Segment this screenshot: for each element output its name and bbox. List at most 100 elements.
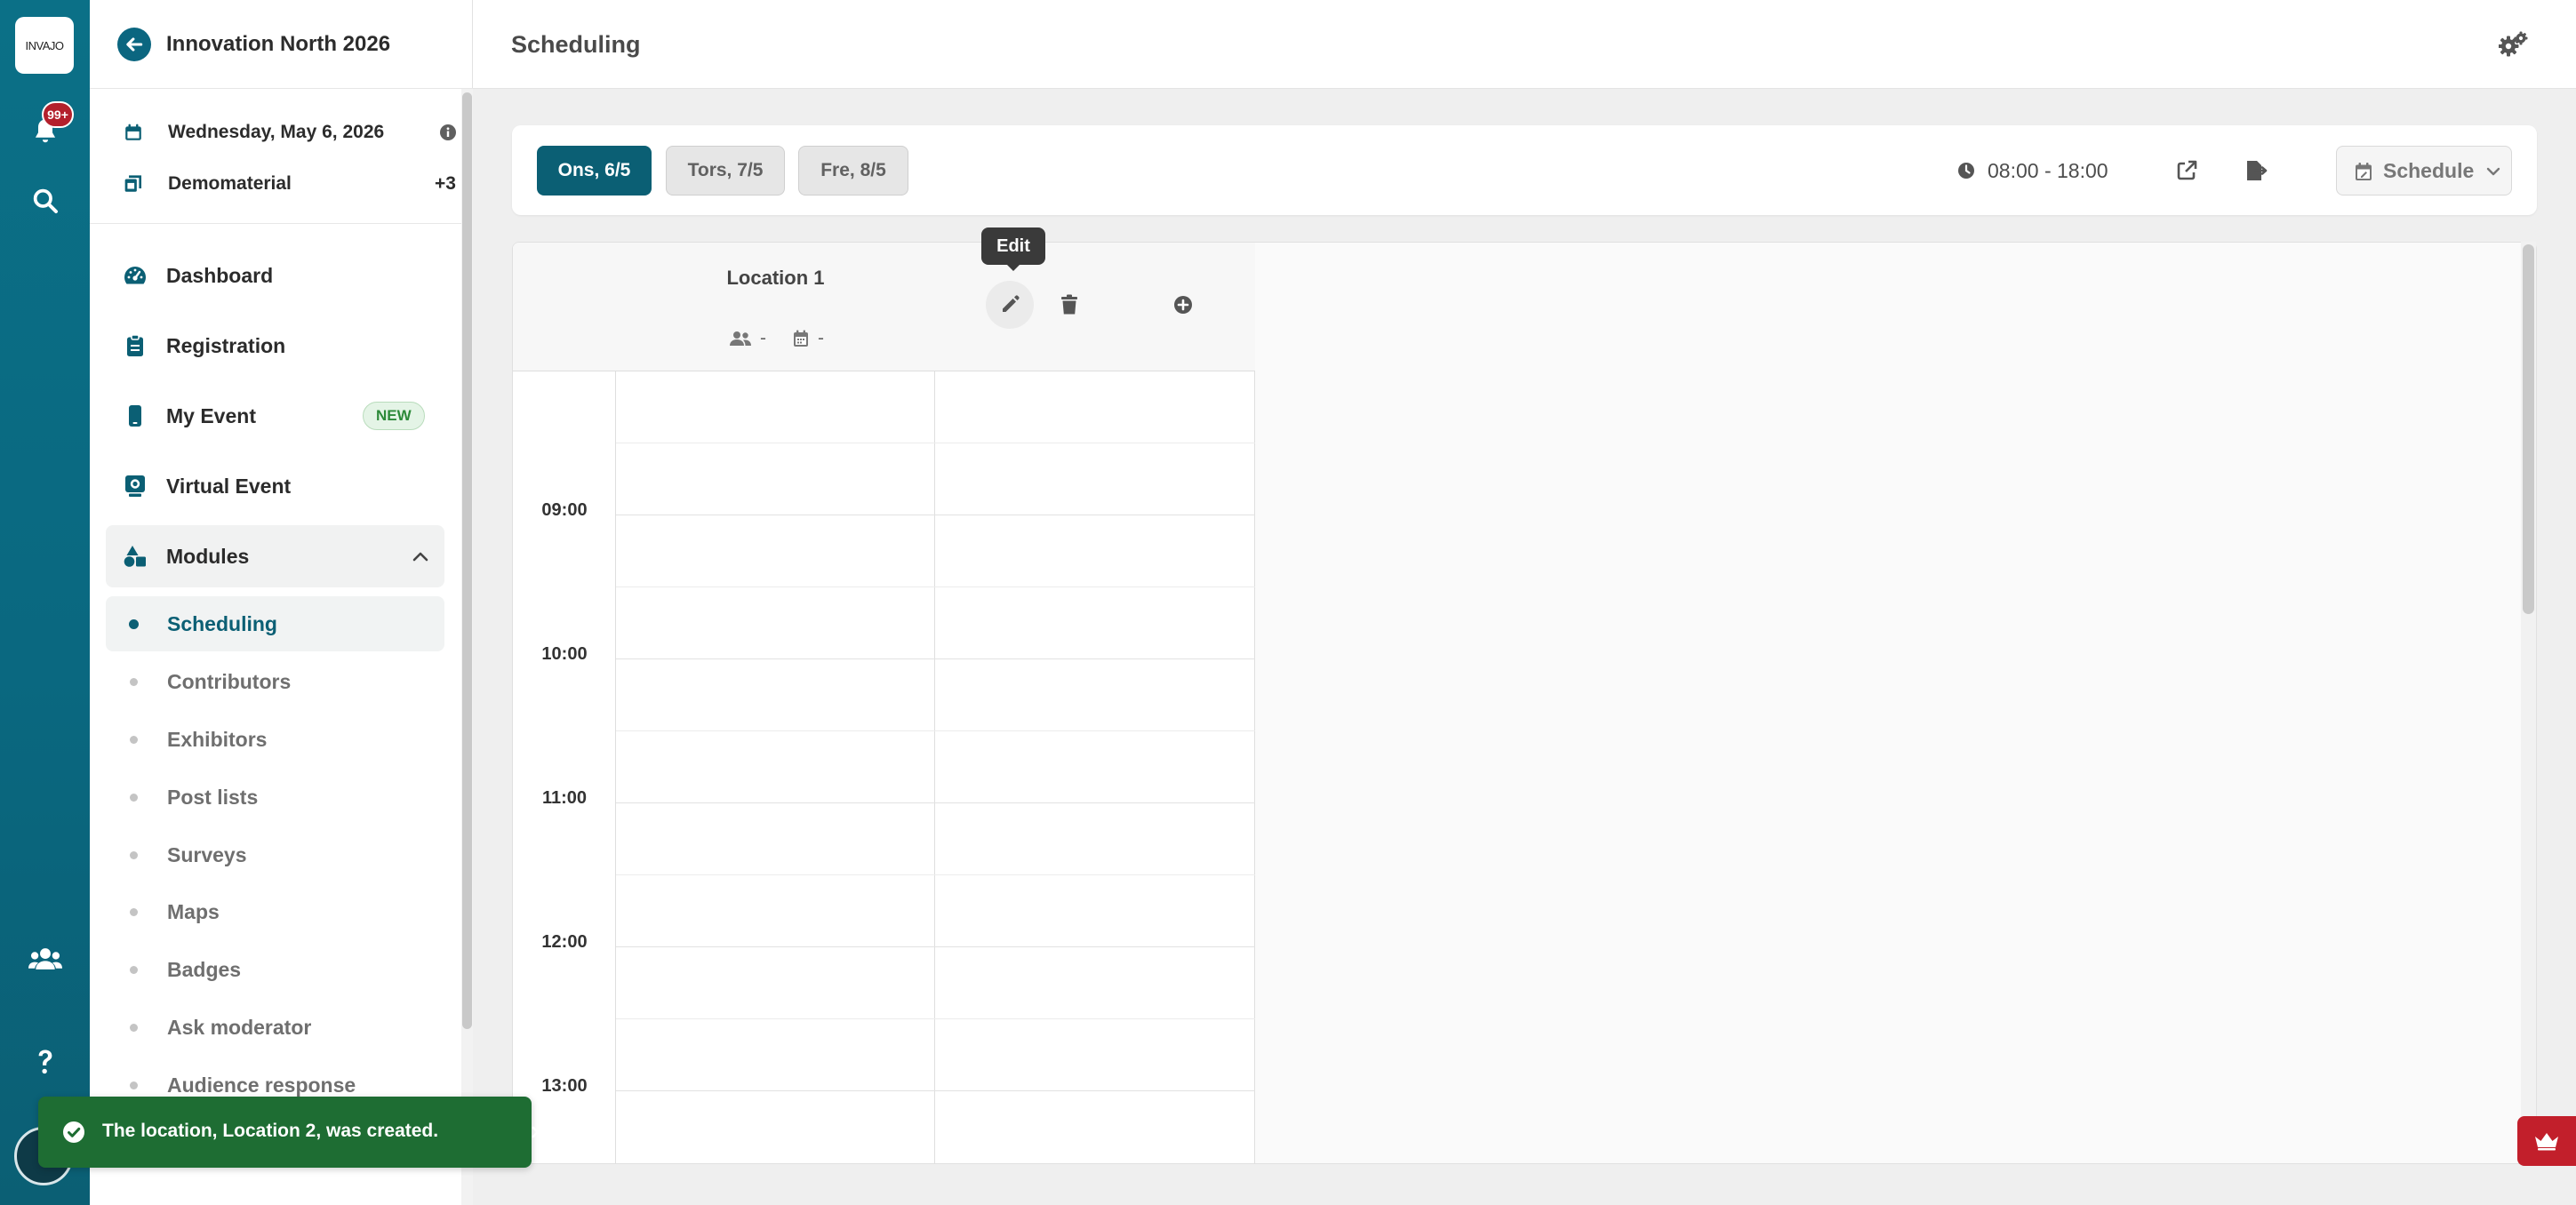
phone-icon: [124, 404, 147, 427]
grid-line: [616, 1018, 1255, 1019]
nav-label: My Event: [166, 404, 256, 427]
module-item-badges[interactable]: Badges: [106, 942, 444, 997]
users-button[interactable]: [27, 940, 64, 978]
participants-count: -: [730, 328, 766, 349]
add-location-button[interactable]: [1159, 281, 1207, 329]
search-icon: [33, 188, 58, 213]
open-external-button[interactable]: [2170, 154, 2204, 188]
bullet-icon: [129, 619, 139, 629]
module-label: Surveys: [167, 843, 247, 866]
delete-location-button[interactable]: [1045, 281, 1093, 329]
search-button[interactable]: [27, 182, 64, 219]
nav-label: Modules: [166, 545, 250, 568]
chevron-down-icon: [2486, 167, 2500, 176]
hour-label: 09:00: [541, 500, 588, 520]
sessions-count: -: [793, 328, 824, 349]
export-button[interactable]: [2240, 154, 2274, 188]
new-location-column[interactable]: [935, 243, 1255, 1163]
module-item-post-lists[interactable]: Post lists: [106, 770, 444, 825]
sidebar-scroll-thumb[interactable]: [462, 92, 472, 1029]
gears-icon: [2499, 31, 2528, 57]
hour-label: 10:00: [541, 644, 588, 664]
settings-button[interactable]: [2496, 27, 2532, 62]
day-tab-wed[interactable]: Ons, 6/5: [537, 146, 652, 196]
copy-icon: [124, 175, 142, 192]
nav-label: Virtual Event: [166, 475, 292, 498]
grid-line: [616, 802, 1255, 803]
event-name: Innovation North 2026: [166, 32, 391, 56]
module-label: Audience response: [167, 1073, 356, 1097]
day-tab-fri[interactable]: Fre, 8/5: [798, 146, 908, 196]
help-button[interactable]: [27, 1043, 64, 1081]
time-range-text: 08:00 - 18:00: [1988, 158, 2108, 182]
pencil-icon: [1003, 295, 1020, 312]
sidebar-header: Innovation North 2026: [90, 0, 473, 89]
module-label: Badges: [167, 958, 242, 981]
app-rail: INVAJO 99+: [0, 0, 90, 1205]
back-button[interactable]: [117, 28, 151, 61]
file-export-icon: [2247, 161, 2268, 180]
location-column[interactable]: [616, 243, 935, 1163]
location-title[interactable]: Location 1: [616, 267, 935, 290]
bullet-icon: [130, 908, 138, 916]
module-label: Exhibitors: [167, 728, 268, 751]
external-link-icon: [2177, 160, 2197, 180]
logo-text: INVAJO: [25, 38, 65, 52]
schedule-grid: Location 1 - - 09:00 10:00 11:00 12:00 1…: [512, 242, 2537, 1164]
page-title: Scheduling: [511, 31, 641, 58]
calendar-scroll-thumb[interactable]: [2523, 244, 2534, 614]
top-bar: Scheduling: [473, 0, 2576, 89]
module-label: Scheduling: [167, 612, 277, 635]
close-icon: [532, 1126, 544, 1138]
edit-location-button[interactable]: [986, 281, 1034, 329]
module-item-exhibitors[interactable]: Exhibitors: [106, 712, 444, 767]
hour-label: 11:00: [541, 788, 588, 808]
module-item-maps[interactable]: Maps: [106, 884, 444, 939]
hour-label: 13:00: [541, 1076, 588, 1096]
nav-item-dashboard[interactable]: Dashboard: [106, 244, 444, 307]
material-name: Demomaterial: [168, 173, 292, 194]
check-circle-icon: [63, 1121, 84, 1143]
sidebar-divider: [90, 223, 461, 224]
bullet-icon: [130, 794, 138, 802]
arrow-left-icon: [126, 37, 143, 52]
close-toast-button[interactable]: [525, 1120, 550, 1145]
grid-header: [513, 243, 1255, 371]
notifications-badge: 99+: [42, 101, 74, 128]
webcam-icon: [124, 475, 147, 498]
gauge-icon: [124, 264, 147, 287]
bullet-icon: [130, 851, 138, 859]
nav-item-my-event[interactable]: My Event NEW: [106, 385, 444, 447]
day-selector-bar: Ons, 6/5 Tors, 7/5 Fre, 8/5 08:00 - 18:0…: [512, 125, 2537, 215]
grid-line: [616, 946, 1255, 947]
time-range[interactable]: 08:00 - 18:00: [1957, 155, 2108, 187]
bullet-icon: [130, 678, 138, 686]
day-tab-thu[interactable]: Tors, 7/5: [666, 146, 785, 196]
question-icon: [38, 1049, 52, 1074]
grid-line: [616, 1090, 1255, 1091]
premium-button[interactable]: [2517, 1116, 2576, 1166]
app-logo[interactable]: INVAJO: [15, 17, 74, 74]
location-meta: - -: [730, 328, 824, 349]
grid-line: [616, 874, 1255, 875]
module-item-contributors[interactable]: Contributors: [106, 654, 444, 709]
module-item-surveys[interactable]: Surveys: [106, 827, 444, 882]
view-select[interactable]: Schedule: [2336, 146, 2512, 196]
sidebar: Innovation North 2026 Wednesday, May 6, …: [90, 0, 473, 1205]
sessions-value: -: [818, 328, 824, 348]
module-label: Maps: [167, 900, 220, 923]
time-column: [513, 243, 616, 1163]
nav-item-modules[interactable]: Modules: [106, 525, 444, 587]
grid-line: [616, 730, 1255, 731]
module-label: Contributors: [167, 670, 292, 693]
bullet-icon: [130, 736, 138, 744]
module-item-scheduling[interactable]: Scheduling: [106, 596, 444, 651]
view-select-value: Schedule: [2383, 158, 2475, 182]
nav-item-virtual-event[interactable]: Virtual Event: [106, 455, 444, 517]
bullet-icon: [130, 966, 138, 974]
module-label: Post lists: [167, 786, 259, 809]
plus-circle-icon: [1174, 296, 1192, 314]
module-item-ask-moderator[interactable]: Ask moderator: [106, 1000, 444, 1055]
nav-item-registration[interactable]: Registration: [106, 315, 444, 377]
calendar-icon: [125, 124, 141, 140]
